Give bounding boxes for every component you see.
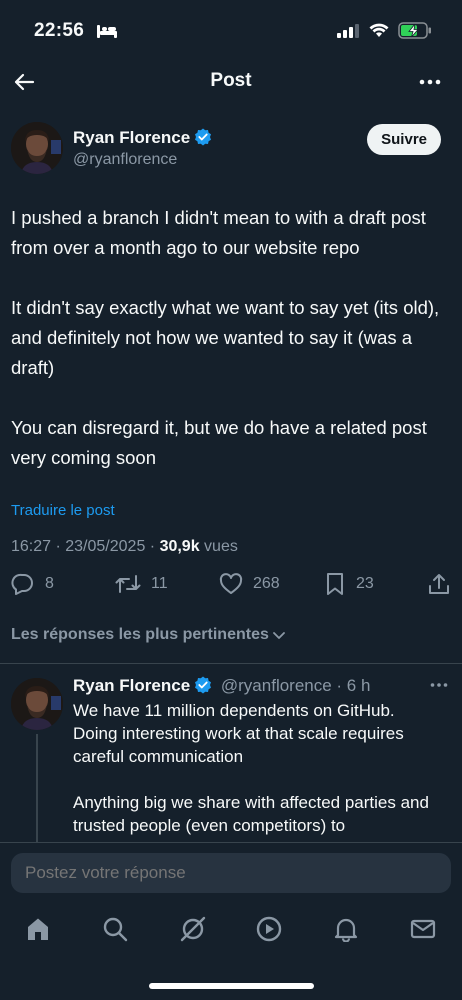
verified-badge-icon: [195, 676, 212, 694]
video-icon[interactable]: [256, 916, 282, 942]
divider: [0, 663, 462, 664]
search-icon[interactable]: [102, 916, 128, 942]
nav-bar: Post: [0, 62, 462, 102]
chevron-down-icon: [272, 632, 285, 639]
post-actions: 8 11 268 23: [0, 572, 462, 604]
notifications-icon[interactable]: [333, 916, 359, 942]
post-paragraph: I pushed a branch I didn't mean to with …: [11, 207, 426, 258]
post-timestamp: 16:27 · 23/05/2025 ·: [11, 538, 160, 555]
reply-avatar[interactable]: [11, 678, 63, 730]
reply-input[interactable]: [11, 853, 451, 893]
post-paragraph: You can disregard it, but we do have a r…: [11, 417, 427, 468]
repost-button[interactable]: 11: [115, 572, 168, 596]
compose-bar: [0, 842, 462, 900]
bookmark-button[interactable]: 23: [324, 572, 374, 596]
follow-button[interactable]: Suivre: [367, 124, 441, 155]
repost-icon: [115, 575, 141, 593]
grok-icon[interactable]: [180, 916, 206, 942]
post-body: I pushed a branch I didn't mean to with …: [11, 203, 451, 503]
reply-button[interactable]: 8: [11, 572, 54, 596]
cellular-signal-icon: [337, 24, 359, 38]
verified-badge-icon: [195, 128, 212, 146]
reply-count: 8: [45, 575, 54, 592]
home-icon[interactable]: [25, 916, 51, 942]
sleep-focus-icon: [97, 25, 117, 38]
avatar[interactable]: [11, 122, 63, 174]
sort-label: Les réponses les plus pertinentes: [11, 626, 269, 643]
reply-header: Ryan Florence @ryanflorence · 6 h: [73, 676, 370, 696]
repost-count: 11: [151, 575, 168, 592]
post-paragraph: It didn't say exactly what we want to sa…: [11, 297, 440, 378]
page-title: Post: [210, 70, 252, 91]
replies-sort-dropdown[interactable]: Les réponses les plus pertinentes: [11, 626, 287, 644]
status-bar: 22:56: [0, 0, 462, 62]
reply-item[interactable]: Ryan Florence @ryanflorence · 6 h We hav…: [0, 676, 462, 846]
post-meta: 16:27 · 23/05/2025 · 30,9k vues: [11, 538, 238, 556]
home-indicator[interactable]: [149, 983, 314, 989]
author-name-text: Ryan Florence: [73, 128, 191, 147]
translate-post-link[interactable]: Traduire le post: [11, 502, 115, 519]
author-name[interactable]: Ryan Florence: [73, 128, 212, 148]
bookmark-count: 23: [356, 575, 374, 592]
battery-charging-icon: [398, 22, 431, 39]
views-label: vues: [199, 538, 238, 555]
reply-paragraph: Anything big we share with affected part…: [73, 793, 429, 835]
status-time: 22:56: [34, 20, 85, 41]
heart-icon: [219, 573, 243, 594]
bookmark-icon: [327, 573, 343, 595]
more-options-icon[interactable]: [430, 682, 448, 688]
reply-body: We have 11 million dependents on GitHub.…: [73, 699, 443, 846]
reply-icon: [11, 573, 33, 595]
thread-line: [36, 734, 38, 846]
share-icon: [429, 574, 449, 594]
messages-icon[interactable]: [410, 916, 436, 942]
author-handle[interactable]: @ryanflorence: [73, 151, 177, 169]
views-count[interactable]: 30,9k: [160, 538, 200, 555]
wifi-icon: [369, 23, 389, 37]
reply-author-handle[interactable]: @ryanflorence: [221, 676, 332, 695]
reply-paragraph: We have 11 million dependents on GitHub.…: [73, 701, 404, 766]
post-author: Ryan Florence @ryanflorence Suivre: [0, 122, 462, 182]
like-count: 268: [253, 575, 280, 592]
reply-author-name[interactable]: Ryan Florence: [73, 676, 190, 695]
like-button[interactable]: 268: [219, 572, 280, 596]
reply-time: · 6 h: [331, 676, 371, 695]
share-button[interactable]: [428, 572, 450, 596]
more-options-icon[interactable]: [418, 70, 442, 94]
